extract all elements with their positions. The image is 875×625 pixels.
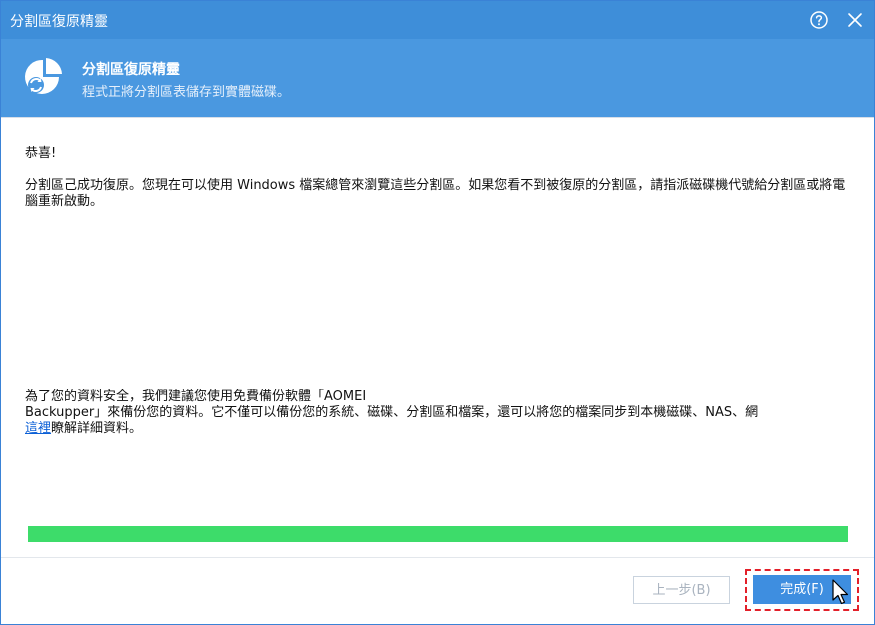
title-bar: 分割區復原精靈 <box>1 1 874 39</box>
close-icon[interactable] <box>843 8 867 32</box>
header-title: 分割區復原精靈 <box>82 62 180 78</box>
help-icon[interactable] <box>809 10 829 30</box>
progress-bar <box>28 526 848 542</box>
window-title: 分割區復原精靈 <box>10 14 108 30</box>
success-message: 分割區己成功復原。您現在可以使用 Windows 檔案總管來瀏覽這些分割區。如果… <box>25 178 846 209</box>
dialog-window: 分割區復原精靈 分割區復原精靈 程式正將分割區表儲存到實體磁碟。 恭喜! 分割區… <box>0 0 875 625</box>
header-subtitle: 程式正將分割區表儲存到實體磁碟。 <box>82 85 291 100</box>
recommend-line-3: 這裡瞭解詳細資料。 <box>25 421 855 437</box>
partition-recovery-icon <box>19 50 69 100</box>
recommend-line-1: 為了您的資料安全，我們建議您使用免費備份軟體「AOMEI <box>25 389 367 404</box>
progress-fill <box>28 526 848 542</box>
backup-recommendation: 為了您的資料安全，我們建議您使用免費備份軟體「AOMEI Backupper」來… <box>25 389 855 437</box>
recommend-line-2: Backupper」來備份您的資料。它不僅可以備份您的系統、磁碟、分割區和檔案，… <box>25 405 759 420</box>
congrats-text: 恭喜! <box>25 146 57 161</box>
details-link[interactable]: 這裡 <box>25 421 51 436</box>
back-button[interactable]: 上一步(B) <box>633 576 730 604</box>
wizard-header: 分割區復原精靈 程式正將分割區表儲存到實體磁碟。 <box>1 39 874 118</box>
recommend-tail: 瞭解詳細資料。 <box>51 421 143 436</box>
mouse-pointer-icon <box>831 579 851 607</box>
footer-divider <box>1 557 874 558</box>
